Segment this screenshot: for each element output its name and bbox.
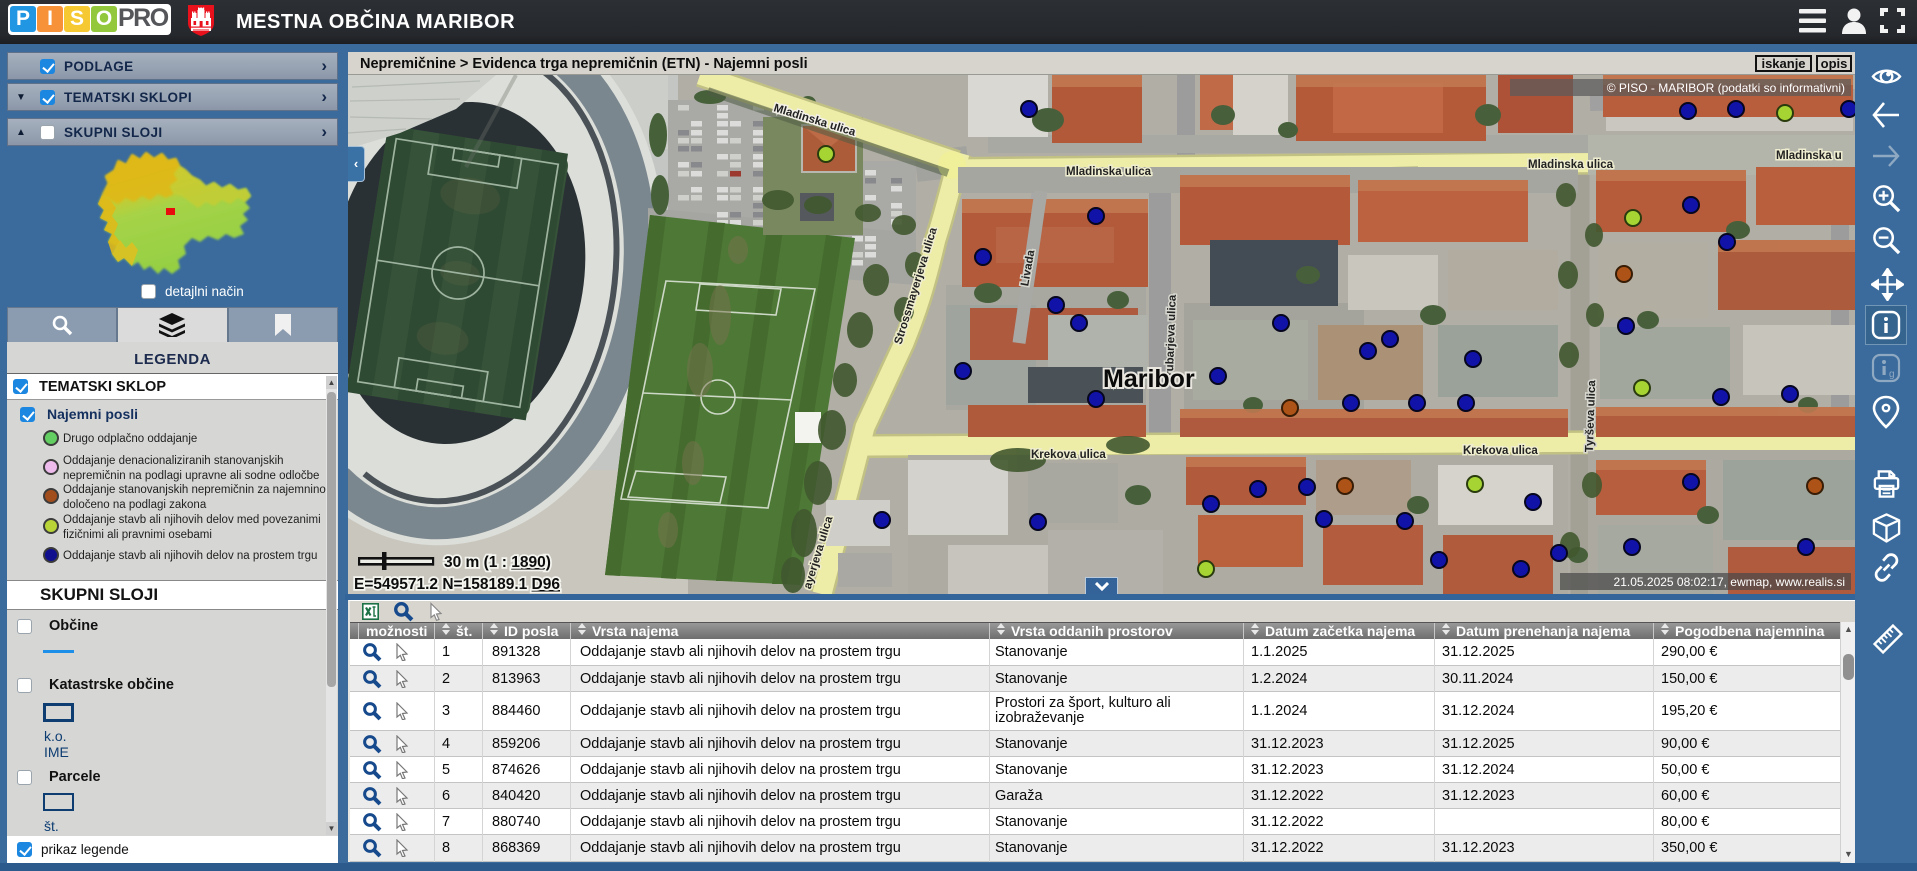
- svg-text:30 m (1 : 1890): 30 m (1 : 1890): [444, 554, 551, 571]
- svg-text:© PISO - MARIBOR (podatki so i: © PISO - MARIBOR (podatki so informativn…: [1607, 81, 1845, 95]
- svg-text:Krekova ulica: Krekova ulica: [1031, 449, 1106, 461]
- svg-text:Mladinska u: Mladinska u: [1776, 150, 1842, 162]
- svg-text:Mladinska ulica: Mladinska ulica: [1066, 166, 1152, 178]
- svg-text:Tyrševa ulica: Tyrševa ulica: [1584, 379, 1599, 452]
- svg-text:Krekova ulica: Krekova ulica: [1463, 445, 1538, 457]
- svg-text:Mladinska ulica: Mladinska ulica: [1528, 159, 1614, 171]
- svg-text:E=549571.2 N=158189.1 D96: E=549571.2 N=158189.1 D96: [354, 576, 560, 593]
- svg-text:Maribor: Maribor: [1103, 365, 1195, 393]
- svg-text:g: g: [1889, 369, 1895, 380]
- svg-text:21.05.2025 08:02:17, ewmap, ww: 21.05.2025 08:02:17, ewmap, www.realis.s…: [1614, 575, 1845, 589]
